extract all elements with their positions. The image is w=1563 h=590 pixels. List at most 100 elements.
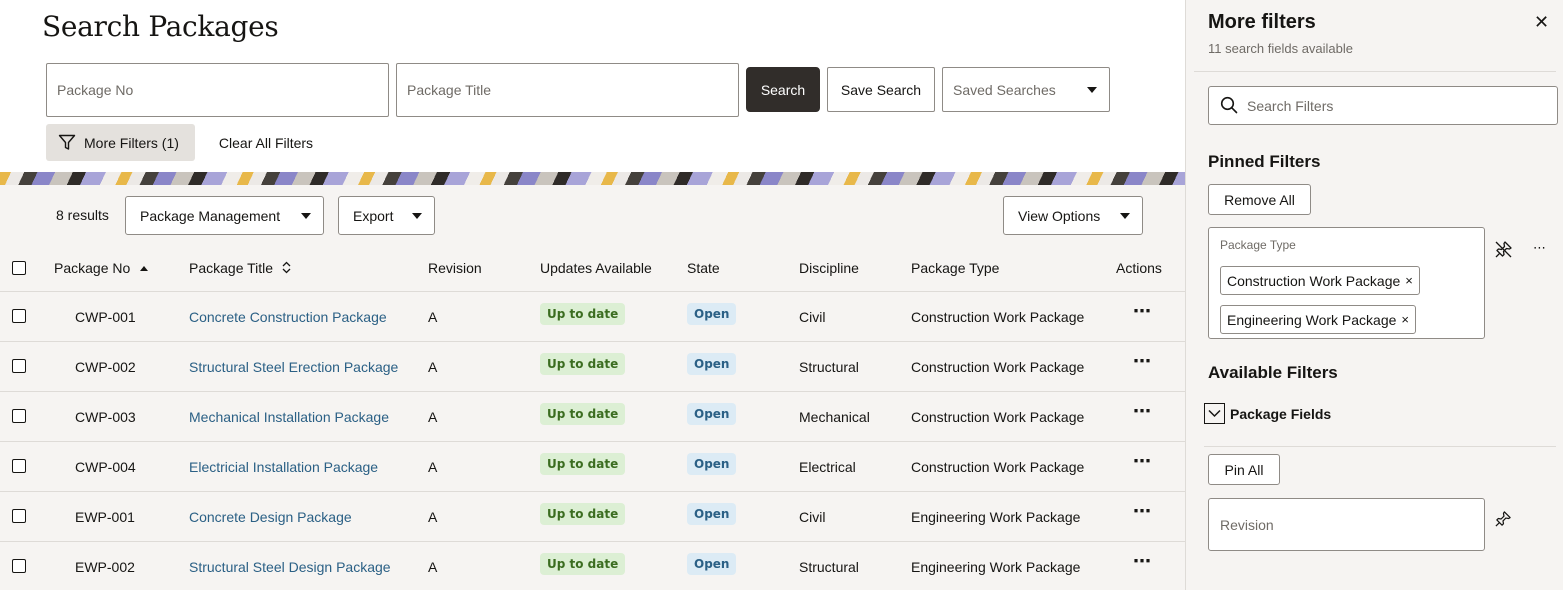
row-actions-icon[interactable]: ⋯ [1133,551,1152,572]
unpin-icon[interactable] [1494,240,1513,259]
package-no-input[interactable] [47,64,388,116]
more-filters-label: More Filters (1) [84,134,179,151]
page-title: Search Packages [42,10,279,43]
search-filters-field[interactable] [1208,86,1558,125]
clear-all-filters-button[interactable]: Clear All Filters [205,124,327,161]
row-checkbox[interactable] [12,309,26,323]
package-no-field[interactable] [46,63,389,117]
row-checkbox[interactable] [12,409,26,423]
search-filters-input[interactable] [1247,87,1547,124]
row-actions-icon[interactable]: ⋯ [1133,301,1152,322]
package-title-link[interactable]: Concrete Design Package [189,509,352,525]
dropdown-caret-icon [1087,86,1097,93]
revision-filter-field[interactable] [1208,498,1485,551]
revision-filter-input[interactable] [1209,499,1484,550]
package-type-filter[interactable]: Package Type Construction Work Package ×… [1208,227,1485,339]
funnel-icon [58,134,76,150]
saved-searches-placeholder: Saved Searches [953,81,1056,98]
divider [1194,71,1556,72]
state-badge: Open [687,453,737,475]
row-checkbox[interactable] [12,559,26,573]
cell-discipline: Civil [799,509,826,525]
package-title-field[interactable] [396,63,739,117]
remove-all-button[interactable]: Remove All [1208,184,1311,215]
state-badge: Open [687,353,737,375]
results-count: 8 results [56,207,109,223]
package-title-link[interactable]: Mechanical Installation Package [189,409,389,425]
package-type-filter-label: Package Type [1220,238,1296,252]
row-actions-icon[interactable]: ⋯ [1133,401,1152,422]
package-title-input[interactable] [397,64,738,116]
drag-handle-icon[interactable]: ⋯ [1533,240,1547,256]
filter-chip-label: Construction Work Package [1227,272,1401,289]
main-content: Search Packages Search Save Search Saved… [0,0,1185,590]
chip-remove-icon[interactable]: × [1405,273,1413,288]
column-header-actions: Actions [1116,260,1162,276]
row-actions-icon[interactable]: ⋯ [1133,501,1152,522]
cell-package-no: EWP-002 [75,559,135,575]
cell-package-no: CWP-003 [75,409,136,425]
pin-all-button[interactable]: Pin All [1208,454,1280,485]
close-icon[interactable]: ✕ [1534,12,1549,33]
more-filters-button[interactable]: More Filters (1) [46,124,195,161]
dropdown-caret-icon [1120,212,1130,219]
package-fields-expander[interactable] [1204,403,1225,424]
cell-revision: A [428,459,438,475]
state-badge: Open [687,303,737,325]
export-label: Export [353,207,394,224]
package-fields-label: Package Fields [1230,406,1332,422]
cell-package-type: Construction Work Package [911,459,1085,475]
package-title-link[interactable]: Electricial Installation Package [189,459,378,475]
column-header-package-no[interactable]: Package No [54,260,149,276]
table-row: CWP-001 Concrete Construction Package A Up … [0,292,1185,342]
package-title-link[interactable]: Structural Steel Erection Package [189,359,398,375]
panel-title: More filters [1208,11,1316,33]
sort-ascending-icon [140,266,149,271]
cell-discipline: Structural [799,359,859,375]
row-checkbox[interactable] [12,459,26,473]
package-management-label: Package Management [140,207,281,224]
column-header-revision[interactable]: Revision [428,260,482,276]
divider [1204,446,1556,447]
search-icon [1220,96,1238,114]
chip-remove-icon[interactable]: × [1401,312,1409,327]
sort-icon [282,261,291,274]
state-badge: Open [687,553,737,575]
row-actions-icon[interactable]: ⋯ [1133,351,1152,372]
column-header-updates-available[interactable]: Updates Available [540,260,652,276]
column-header-discipline[interactable]: Discipline [799,260,859,276]
panel-subtitle: 11 search fields available [1208,41,1354,56]
save-search-button[interactable]: Save Search [827,67,935,112]
package-title-link[interactable]: Concrete Construction Package [189,309,387,325]
state-badge: Open [687,403,737,425]
filter-chip: Construction Work Package × [1220,266,1420,295]
available-filters-heading: Available Filters [1208,363,1338,382]
export-menu[interactable]: Export [338,196,435,235]
saved-searches-select[interactable]: Saved Searches [942,67,1110,112]
state-badge: Open [687,503,737,525]
row-actions-icon[interactable]: ⋯ [1133,451,1152,472]
row-checkbox[interactable] [12,359,26,373]
dropdown-caret-icon [301,212,311,219]
pushpin-icon[interactable] [1494,510,1512,528]
package-title-link[interactable]: Structural Steel Design Package [189,559,391,575]
cell-package-no: CWP-001 [75,309,136,325]
row-checkbox[interactable] [12,509,26,523]
package-management-menu[interactable]: Package Management [125,196,324,235]
table-header: Package No Package Title Revision Update… [0,244,1185,292]
column-header-state[interactable]: State [687,260,720,276]
cell-package-no: EWP-001 [75,509,135,525]
filter-chip: Engineering Work Package × [1220,305,1416,334]
cell-discipline: Structural [799,559,859,575]
cell-package-type: Construction Work Package [911,359,1085,375]
select-all-checkbox[interactable] [12,261,26,275]
cell-discipline: Mechanical [799,409,870,425]
search-button[interactable]: Search [746,67,820,112]
column-header-package-type[interactable]: Package Type [911,260,999,276]
updates-status-badge: Up to date [540,403,626,425]
view-options-menu[interactable]: View Options [1003,196,1143,235]
table-row: EWP-002 Structural Steel Design Package A U… [0,542,1185,590]
column-header-package-title[interactable]: Package Title [189,260,291,276]
updates-status-badge: Up to date [540,503,626,525]
cell-package-no: CWP-004 [75,459,136,475]
